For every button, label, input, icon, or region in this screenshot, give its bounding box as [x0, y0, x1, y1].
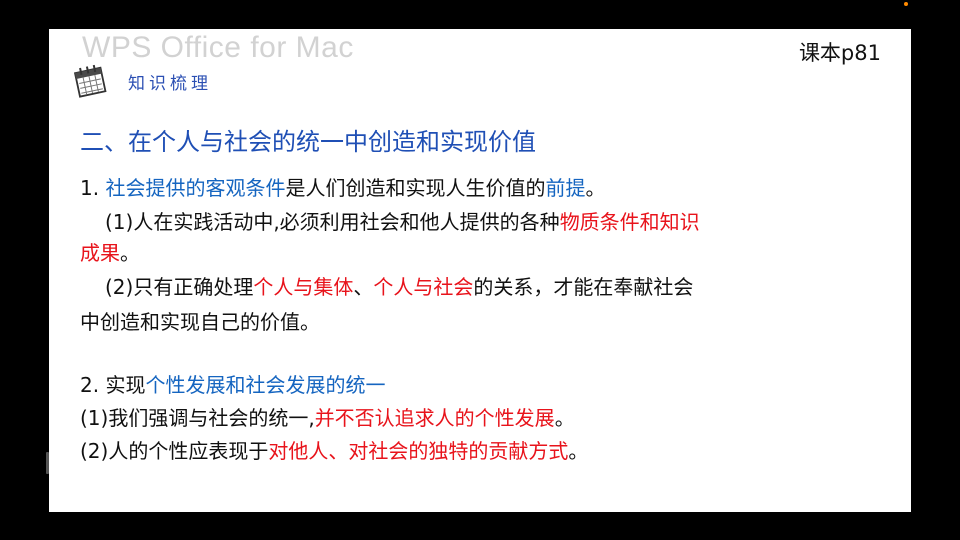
sub-1-emphasis-b: 成果 [80, 241, 120, 265]
sub-2-text: (2)只有正确处理 [105, 275, 254, 299]
sub-1-emphasis-a: 物质条件和知识 [559, 210, 700, 234]
point-2-term: 个性发展和社会发展的统一 [145, 373, 386, 397]
watermark-text: WPS Office for Mac [82, 31, 354, 64]
point-1-end: 。 [585, 176, 606, 200]
point-2-sub-1-text: (1)我们强调与社会的统一, [80, 406, 315, 430]
point-2-sub-1-end: 。 [554, 406, 575, 430]
point-1-sub-2-line-1: (2)只有正确处理个人与集体、个人与社会的关系，才能在奉献社会 [105, 271, 693, 300]
point-2-sub-2-emphasis: 对他人、对社会的独特的贡献方式 [268, 439, 569, 463]
point-2-sub-2-end: 。 [568, 439, 589, 463]
point-2-text: 2. 实现 [80, 373, 146, 397]
point-1-text: 是人们创造和实现人生价值的 [285, 176, 546, 200]
point-1-sub-1-line-2: 成果。 [80, 237, 140, 266]
sub-2-emphasis-b: 个人与社会 [373, 275, 474, 299]
point-1-number: 1. [80, 176, 106, 200]
sub-2-separator: 、 [353, 275, 374, 299]
sub-1-text: (1)人在实践活动中,必须利用社会和他人提供的各种 [105, 210, 560, 234]
point-1-sub-2-line-2: 中创造和实现自己的价值。 [80, 310, 320, 334]
point-1-sub-1-line-1: (1)人在实践活动中,必须利用社会和他人提供的各种物质条件和知识 [105, 206, 700, 235]
sub-2-rest: 的关系，才能在奉献社会 [473, 275, 694, 299]
sub-1-end: 。 [120, 241, 140, 265]
point-2-sub-2-text: (2)人的个性应表现于 [80, 439, 269, 463]
point-1-term: 社会提供的客观条件 [105, 176, 286, 200]
sub-2-emphasis-a: 个人与集体 [253, 275, 354, 299]
point-2-sub-1: (1)我们强调与社会的统一,并不否认追求人的个性发展。 [80, 402, 575, 431]
point-2: 2. 实现个性发展和社会发展的统一 [80, 369, 385, 398]
point-2-sub-2: (2)人的个性应表现于对他人、对社会的独特的贡献方式。 [80, 435, 588, 464]
section-heading: 二、在个人与社会的统一中创造和实现价值 [80, 128, 536, 156]
recording-indicator-dot [904, 2, 908, 6]
section-label: 知识梳理 [128, 74, 212, 94]
calendar-icon [73, 64, 107, 98]
textbook-page-reference: 课本p81 [798, 41, 881, 65]
point-1: 1. 社会提供的客观条件是人们创造和实现人生价值的前提。 [80, 172, 605, 201]
slide-canvas: WPS Office for Mac 课本p81 知识梳理 二、在个人与社会的统… [49, 29, 911, 512]
point-1-key: 前提 [545, 176, 586, 200]
point-2-sub-1-emphasis: 并不否认追求人的个性发展 [314, 406, 555, 430]
